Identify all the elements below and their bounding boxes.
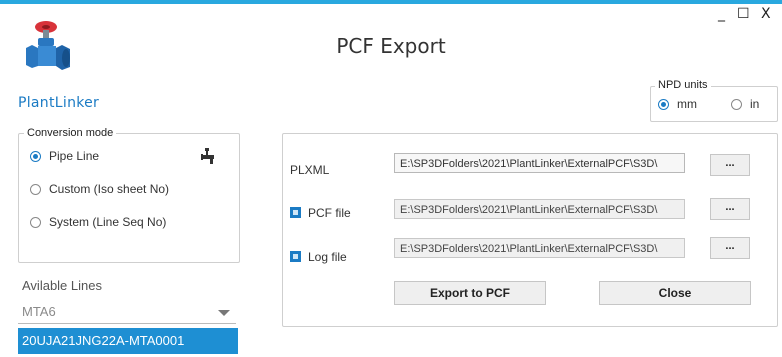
plxml-label: PLXML — [290, 163, 330, 177]
radio-label: System (Line Seq No) — [49, 215, 167, 229]
plxml-path-field[interactable]: E:\SP3DFolders\2021\PlantLinker\External… — [394, 153, 685, 173]
available-lines-dropdown[interactable]: MTA6 — [18, 300, 236, 324]
pcf-file-checkbox[interactable] — [290, 207, 301, 218]
radio-mm[interactable]: mm — [658, 97, 697, 111]
close-window-button[interactable]: X — [761, 6, 771, 22]
log-path-field[interactable]: E:\SP3DFolders\2021\PlantLinker\External… — [394, 238, 685, 258]
available-lines-label: Avilable Lines — [22, 278, 102, 293]
dropdown-selected-value: MTA6 — [22, 304, 56, 319]
radio-system-line-seq[interactable]: System (Line Seq No) — [30, 215, 166, 229]
pcf-file-label: PCF file — [308, 206, 351, 220]
log-file-label: Log file — [308, 250, 347, 264]
valve-icon — [22, 18, 74, 76]
radio-indicator — [30, 183, 41, 195]
radio-label: Custom (Iso sheet No) — [49, 182, 170, 196]
chevron-down-icon — [218, 310, 230, 316]
dropdown-option[interactable]: 20UJA21JNG22A-MTA0001 — [18, 328, 238, 354]
radio-label: mm — [677, 97, 697, 111]
conversion-mode-legend: Conversion mode — [24, 127, 117, 139]
window-top-border — [0, 0, 782, 4]
radio-in[interactable]: in — [731, 97, 759, 111]
pipe-fitting-icon — [200, 148, 216, 164]
app-name: PlantLinker — [18, 95, 100, 111]
plxml-browse-button[interactable]: ... — [710, 154, 750, 176]
pcf-browse-button[interactable]: ... — [710, 198, 750, 220]
pcf-path-field[interactable]: E:\SP3DFolders\2021\PlantLinker\External… — [394, 199, 685, 219]
log-browse-button[interactable]: ... — [710, 237, 750, 259]
radio-pipe-line[interactable]: Pipe Line — [30, 149, 99, 163]
radio-custom-iso[interactable]: Custom (Iso sheet No) — [30, 182, 169, 196]
minimize-button[interactable]: _ — [718, 6, 725, 22]
radio-selected-indicator — [658, 98, 669, 110]
npd-units-legend: NPD units — [655, 79, 711, 91]
log-file-checkbox[interactable] — [290, 251, 301, 262]
window-title: PCF Export — [336, 34, 446, 58]
radio-label: in — [750, 97, 760, 111]
radio-selected-indicator — [30, 150, 41, 162]
radio-indicator — [30, 216, 41, 228]
radio-label: Pipe Line — [49, 149, 100, 163]
maximize-button[interactable]: ☐ — [737, 6, 750, 22]
radio-indicator — [731, 98, 742, 110]
export-to-pcf-button[interactable]: Export to PCF — [394, 281, 546, 305]
close-button[interactable]: Close — [599, 281, 751, 305]
